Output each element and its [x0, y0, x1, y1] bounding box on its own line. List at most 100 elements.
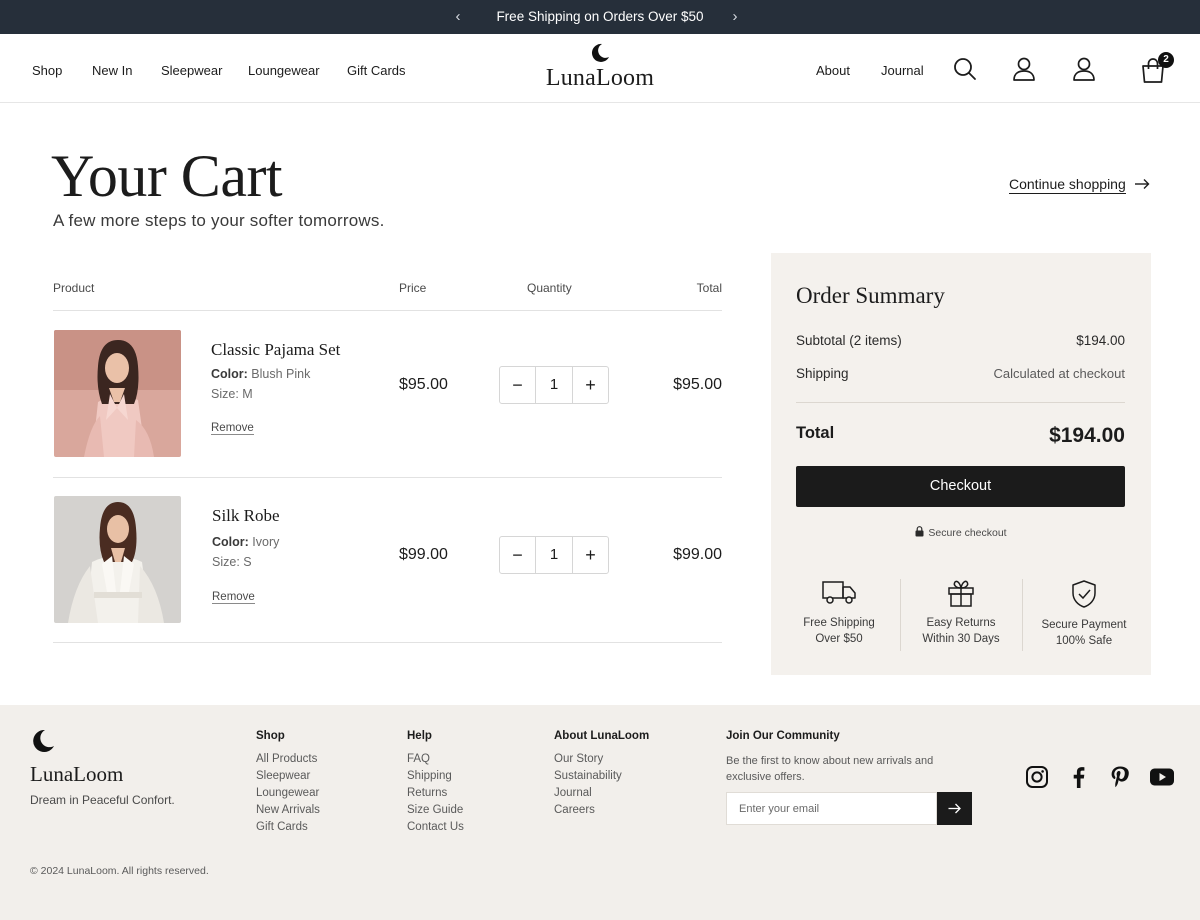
quantity-input[interactable]	[536, 537, 572, 573]
cart-count-badge: 2	[1158, 52, 1174, 68]
decrease-quantity-button[interactable]: −	[500, 367, 536, 403]
product-color: Color: Blush Pink	[211, 367, 310, 381]
footer-brand-name[interactable]: LunaLoom	[30, 762, 123, 787]
divider	[53, 310, 722, 311]
quantity-stepper: − +	[499, 366, 609, 404]
account-icon[interactable]	[1011, 56, 1037, 82]
youtube-icon[interactable]	[1149, 765, 1175, 789]
nav-loungewear[interactable]: Loungewear	[248, 63, 320, 78]
footer-link[interactable]: Our Story	[554, 753, 603, 765]
column-header-product: Product	[53, 281, 95, 295]
quantity-input[interactable]	[536, 367, 572, 403]
site-header: Shop New In Sleepwear Loungewear Gift Ca…	[0, 34, 1200, 103]
footer-link[interactable]: New Arrivals	[256, 804, 320, 816]
decrease-quantity-button[interactable]: −	[500, 537, 536, 573]
color-value: Ivory	[252, 535, 280, 549]
item-total: $99.00	[673, 546, 722, 563]
chevron-right-icon[interactable]: ›	[724, 6, 746, 28]
footer-link[interactable]: Size Guide	[407, 804, 463, 816]
size-value: S	[243, 555, 252, 569]
remove-button[interactable]: Remove	[211, 422, 254, 435]
divider	[1022, 579, 1023, 651]
feature-line-2: 100% Safe	[1055, 635, 1113, 647]
nav-journal[interactable]: Journal	[881, 63, 924, 78]
increase-quantity-button[interactable]: +	[572, 537, 608, 573]
color-value: Blush Pink	[251, 367, 311, 381]
feature-line-2: Over $50	[815, 633, 863, 645]
size-value: M	[242, 387, 253, 401]
instagram-icon[interactable]	[1025, 765, 1049, 789]
pinterest-icon[interactable]	[1108, 765, 1132, 789]
facebook-icon[interactable]	[1067, 765, 1091, 789]
column-header-price: Price	[399, 281, 427, 295]
truck-icon	[822, 581, 856, 604]
arrow-right-icon	[948, 803, 961, 814]
footer-heading-community: Join Our Community	[726, 730, 840, 742]
total-label: Total	[796, 424, 835, 442]
newsletter-submit-button[interactable]	[937, 792, 972, 825]
feature-line-2: Within 30 Days	[922, 633, 1000, 645]
size-label: Size:	[211, 387, 239, 401]
nav-new-in[interactable]: New In	[92, 63, 132, 78]
feature-easy-returns: Easy Returns Within 30 Days	[901, 579, 1021, 647]
color-label: Color:	[212, 535, 249, 549]
nav-about[interactable]: About	[816, 63, 850, 78]
feature-line-1: Free Shipping	[803, 617, 875, 629]
feature-line-1: Secure Payment	[1041, 619, 1127, 631]
gift-icon	[948, 580, 974, 607]
product-name[interactable]: Classic Pajama Set	[211, 340, 340, 360]
product-color: Color: Ivory	[212, 535, 279, 549]
footer-link[interactable]: Returns	[407, 787, 447, 799]
search-icon[interactable]	[952, 56, 978, 82]
subtotal-label: Subtotal (2 items)	[796, 333, 902, 348]
footer-heading-shop: Shop	[256, 730, 285, 742]
divider	[53, 477, 722, 478]
checkout-button[interactable]: Checkout	[796, 466, 1125, 507]
nav-gift-cards[interactable]: Gift Cards	[347, 63, 406, 78]
footer-link[interactable]: FAQ	[407, 753, 430, 765]
footer-link[interactable]: All Products	[256, 753, 317, 765]
footer-heading-help: Help	[407, 730, 432, 742]
increase-quantity-button[interactable]: +	[572, 367, 608, 403]
page-title: Your Cart	[51, 143, 283, 209]
user-icon[interactable]	[1071, 56, 1097, 82]
continue-shopping-link[interactable]: Continue shopping	[1009, 176, 1150, 194]
order-summary-panel: Order Summary Subtotal (2 items) $194.00…	[771, 253, 1151, 675]
shipping-label: Shipping	[796, 366, 849, 381]
column-header-total: Total	[696, 281, 722, 295]
footer-tagline: Dream in Peaceful Confort.	[30, 793, 175, 807]
footer-link[interactable]: Gift Cards	[256, 821, 308, 833]
quantity-stepper: − +	[499, 536, 609, 574]
product-image[interactable]	[54, 496, 181, 623]
nav-shop[interactable]: Shop	[32, 63, 62, 78]
footer-heading-about: About LunaLoom	[554, 730, 650, 742]
site-footer: LunaLoom Dream in Peaceful Confort. Shop…	[0, 705, 1200, 920]
footer-link[interactable]: Contact Us	[407, 821, 464, 833]
footer-link[interactable]: Careers	[554, 804, 595, 816]
nav-sleepwear[interactable]: Sleepwear	[161, 63, 222, 78]
item-price: $95.00	[399, 376, 448, 393]
secure-checkout-label: Secure checkout	[928, 527, 1007, 539]
subtotal-value: $194.00	[1076, 333, 1125, 348]
remove-button[interactable]: Remove	[212, 591, 255, 604]
copyright-text: © 2024 LunaLoom. All rights reserved.	[30, 865, 209, 877]
continue-shopping-label: Continue shopping	[1009, 176, 1126, 194]
page-subtitle: A few more steps to your softer tomorrow…	[53, 211, 385, 230]
footer-link[interactable]: Shipping	[407, 770, 452, 782]
arrow-right-icon	[1135, 179, 1150, 189]
product-name[interactable]: Silk Robe	[212, 506, 280, 526]
brand-logo[interactable]: LunaLoom	[540, 42, 660, 92]
total-value: $194.00	[1049, 424, 1125, 447]
product-image[interactable]	[54, 330, 181, 457]
shipping-value: Calculated at checkout	[993, 366, 1125, 381]
moon-icon	[591, 43, 609, 62]
newsletter-email-input[interactable]	[726, 792, 937, 825]
size-label: Size:	[212, 555, 240, 569]
feature-line-1: Easy Returns	[926, 617, 996, 629]
footer-link[interactable]: Sleepwear	[256, 770, 310, 782]
announcement-text: Free Shipping on Orders Over $50	[496, 9, 704, 24]
footer-link[interactable]: Loungewear	[256, 787, 319, 799]
divider	[53, 642, 722, 643]
footer-link[interactable]: Journal	[554, 787, 592, 799]
footer-link[interactable]: Sustainability	[554, 770, 622, 782]
